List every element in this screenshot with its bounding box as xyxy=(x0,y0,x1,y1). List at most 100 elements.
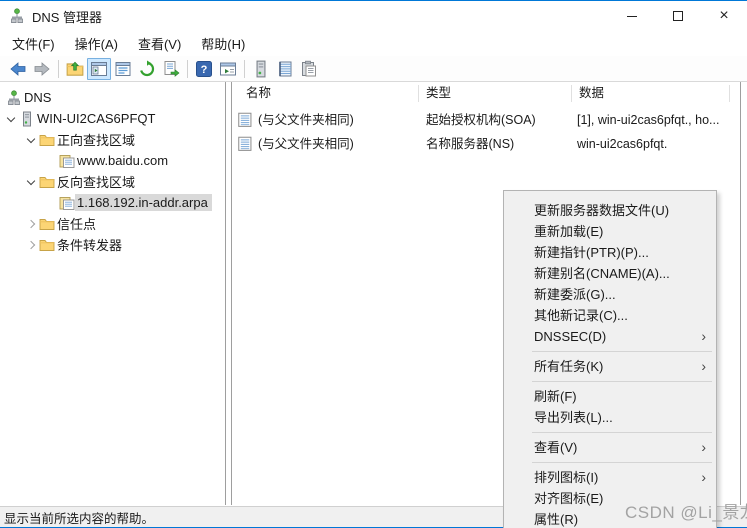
paste-icon xyxy=(302,60,316,76)
column-divider[interactable] xyxy=(418,85,419,102)
maximize-icon xyxy=(673,11,683,21)
forward-button[interactable] xyxy=(30,58,54,80)
minimize-button[interactable] xyxy=(609,1,655,31)
ctx-refresh[interactable]: 刷新(F) xyxy=(504,386,716,407)
submenu-arrow-icon: › xyxy=(701,469,706,485)
toolbar-separator xyxy=(187,59,188,78)
chevron-down-icon[interactable] xyxy=(23,132,39,148)
forward-icon xyxy=(34,61,50,76)
back-icon xyxy=(10,61,26,76)
dns-manager-window: { "window": { "title": "DNS 管理器", "statu… xyxy=(0,0,747,528)
tree-item-server[interactable]: WIN-UI2CAS6PFQT xyxy=(0,108,225,129)
dns-record-icon xyxy=(238,112,252,127)
dns-record-icon xyxy=(238,136,252,151)
column-divider[interactable] xyxy=(571,85,572,102)
tree-item-label[interactable]: DNS xyxy=(22,89,55,106)
folder-icon xyxy=(39,218,55,230)
toolbar-separator xyxy=(244,59,245,78)
properties-icon xyxy=(115,61,131,76)
record-data: win-ui2cas6pfqt. xyxy=(577,137,668,151)
refresh-icon xyxy=(140,60,155,76)
refresh-button[interactable] xyxy=(135,58,159,80)
menu-view[interactable]: 查看(V) xyxy=(128,31,191,56)
record-row-soa[interactable]: (与父文件夹相同) 起始授权机构(SOA) [1], win-ui2cas6pf… xyxy=(232,108,740,132)
server-icon xyxy=(256,60,266,77)
minimize-icon xyxy=(627,15,637,17)
server-toolbar-button[interactable] xyxy=(249,58,273,80)
tree-item-arpa-zone[interactable]: 1.168.192.in-addr.arpa xyxy=(0,192,225,213)
tree-item-label[interactable]: 信任点 xyxy=(55,213,100,234)
ctx-new-pointer[interactable]: 新建指针(PTR)(P)... xyxy=(504,242,716,263)
column-header-data[interactable]: 数据 xyxy=(579,82,604,105)
list-header: 名称 类型 数据 xyxy=(232,82,740,105)
new-window-icon xyxy=(220,62,236,75)
address-list-icon xyxy=(279,61,292,76)
column-header-name[interactable]: 名称 xyxy=(246,82,271,105)
record-name: (与父文件夹相同) xyxy=(258,113,354,127)
paste-button[interactable] xyxy=(297,58,321,80)
ctx-dnssec[interactable]: DNSSEC(D) › xyxy=(504,326,716,347)
dns-app-icon xyxy=(10,8,24,24)
show-console-tree-button[interactable] xyxy=(87,57,111,80)
chevron-right-icon[interactable] xyxy=(23,216,39,232)
properties-button[interactable] xyxy=(111,58,135,80)
ctx-view[interactable]: 查看(V) › xyxy=(504,437,716,458)
help-button[interactable]: ? xyxy=(192,58,216,80)
menu-help[interactable]: 帮助(H) xyxy=(191,31,255,56)
tree-item-label[interactable]: 条件转发器 xyxy=(55,234,126,255)
ctx-export-list[interactable]: 导出列表(L)... xyxy=(504,407,716,428)
back-button[interactable] xyxy=(6,58,30,80)
menu-separator xyxy=(532,432,712,433)
dns-root-icon xyxy=(7,89,21,105)
show-console-tree-icon xyxy=(91,61,107,76)
tree-item-label[interactable]: 正向查找区域 xyxy=(55,129,139,150)
submenu-arrow-icon: › xyxy=(701,358,706,374)
ctx-reload[interactable]: 重新加载(E) xyxy=(504,221,716,242)
maximize-button[interactable] xyxy=(655,1,701,31)
zone-icon xyxy=(59,154,75,168)
record-row-ns[interactable]: (与父文件夹相同) 名称服务器(NS) win-ui2cas6pfqt. xyxy=(232,132,740,156)
chevron-down-icon[interactable] xyxy=(23,174,39,190)
window-title: DNS 管理器 xyxy=(32,9,103,25)
context-menu: 更新服务器数据文件(U) 重新加载(E) 新建指针(PTR)(P)... 新建别… xyxy=(503,190,717,528)
chevron-right-icon[interactable] xyxy=(23,237,39,253)
folder-icon xyxy=(39,134,55,146)
tree-item-forward-zones[interactable]: 正向查找区域 xyxy=(0,129,225,150)
up-one-level-button[interactable] xyxy=(63,58,87,80)
tree-item-label[interactable]: 反向查找区域 xyxy=(55,171,139,192)
menu-action[interactable]: 操作(A) xyxy=(65,31,128,56)
folder-icon xyxy=(39,176,55,188)
tree-item-label[interactable]: WIN-UI2CAS6PFQT xyxy=(35,110,159,127)
tree-item-baidu-zone[interactable]: www.baidu.com xyxy=(0,150,225,171)
title-bar: DNS 管理器 × xyxy=(0,1,747,31)
chevron-down-icon[interactable] xyxy=(3,111,19,127)
new-window-button[interactable] xyxy=(216,58,240,80)
tree-item-label[interactable]: www.baidu.com xyxy=(75,152,172,169)
ctx-new-alias[interactable]: 新建别名(CNAME)(A)... xyxy=(504,263,716,284)
svg-text:?: ? xyxy=(201,64,208,76)
tree-item-dns-root[interactable]: DNS xyxy=(0,87,225,108)
close-button[interactable]: × xyxy=(701,1,747,31)
tree-item-conditional-forwarders[interactable]: 条件转发器 xyxy=(0,234,225,255)
record-type: 名称服务器(NS) xyxy=(426,137,515,151)
csdn-watermark: CSDN @Li_景龙 xyxy=(625,503,747,522)
folder-icon xyxy=(39,239,55,251)
column-header-type[interactable]: 类型 xyxy=(426,82,451,105)
zone-icon xyxy=(59,196,75,210)
column-divider[interactable] xyxy=(729,85,730,102)
ctx-arrange-icons[interactable]: 排列图标(I) › xyxy=(504,467,716,488)
export-list-button[interactable] xyxy=(159,58,183,80)
menu-file[interactable]: 文件(F) xyxy=(2,31,65,56)
menu-separator xyxy=(532,462,712,463)
tree-item-label-selected[interactable]: 1.168.192.in-addr.arpa xyxy=(75,194,212,211)
ctx-new-delegation[interactable]: 新建委派(G)... xyxy=(504,284,716,305)
tree-item-trust-points[interactable]: 信任点 xyxy=(0,213,225,234)
ctx-other-new-records[interactable]: 其他新记录(C)... xyxy=(504,305,716,326)
address-list-button[interactable] xyxy=(273,58,297,80)
ctx-update-server-data-files[interactable]: 更新服务器数据文件(U) xyxy=(504,200,716,221)
help-icon: ? xyxy=(196,60,212,77)
close-icon: × xyxy=(719,7,729,24)
tree-item-reverse-zones[interactable]: 反向查找区域 xyxy=(0,171,225,192)
ctx-all-tasks[interactable]: 所有任务(K) › xyxy=(504,356,716,377)
menu-separator xyxy=(532,351,712,352)
